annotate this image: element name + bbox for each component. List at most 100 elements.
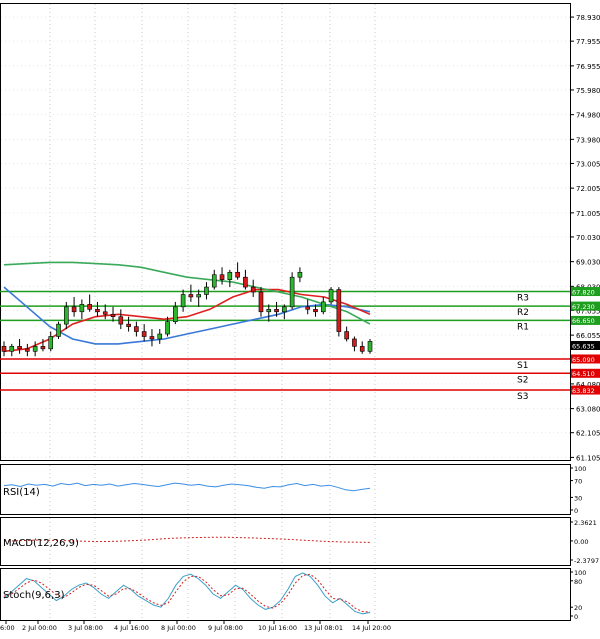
candle-body — [352, 338, 357, 347]
candle-body — [102, 311, 108, 315]
current-price-label: 65.635 — [572, 342, 595, 350]
candle-body — [87, 304, 92, 310]
macd-tick-label: -2.3797 — [574, 557, 599, 565]
macd-tick-label: 0.00 — [574, 538, 588, 546]
y-tick-label: 72.005 — [576, 185, 600, 193]
candle-body — [40, 346, 46, 350]
stoch-tick-label: 80 — [574, 578, 582, 586]
candle-body — [328, 289, 334, 303]
y-tick-label: 73.980 — [576, 136, 600, 144]
level-price-label-r2: 67.230 — [572, 303, 595, 311]
level-name-s1: S1 — [517, 361, 528, 371]
candle-body — [32, 346, 38, 352]
candle-body — [1, 346, 7, 352]
panel-frame-stoch — [0, 568, 571, 621]
x-tick-label: 2 Jul 00:00 — [22, 624, 57, 632]
candle-body — [235, 271, 240, 278]
candle-body — [157, 333, 163, 340]
x-tick-label: 3 Jul 08:00 — [68, 624, 103, 632]
candle-body — [282, 306, 287, 313]
candle-body — [320, 301, 326, 313]
candle-body — [274, 309, 279, 313]
y-tick-label: 62.105 — [576, 430, 600, 438]
y-tick-label: 61.105 — [576, 454, 600, 462]
level-price-label-r1: 66.650 — [572, 317, 595, 325]
rsi-tick-label: 0 — [574, 507, 578, 515]
candle-body — [204, 286, 209, 295]
candle-body — [297, 271, 303, 278]
candle-body — [305, 306, 311, 310]
panel-frame-macd — [0, 517, 571, 566]
candle-body — [219, 274, 225, 280]
candle-body — [336, 289, 342, 332]
candle-body — [211, 274, 217, 288]
candle-body — [95, 309, 100, 313]
candle-body — [165, 321, 170, 335]
stoch-tick-label: 100 — [574, 569, 586, 577]
candle-body — [110, 313, 116, 318]
panel-frame-rsi — [0, 464, 571, 515]
candle-body — [266, 309, 272, 313]
candle-body — [180, 294, 186, 308]
chart-container: 78.930 77.955 76.955 75.980 74.980 73.980 73.0… — [0, 0, 600, 635]
candle-body — [63, 306, 69, 325]
candle-body — [344, 331, 349, 340]
y-tick-label: 69.030 — [576, 259, 600, 267]
stoch-tick-label: 0 — [574, 613, 578, 621]
candle-body — [9, 346, 15, 352]
x-tick-label: 14 Jul 20:00 — [352, 624, 391, 632]
level-price-label-s2: 64.510 — [572, 370, 595, 378]
candle-body — [243, 276, 248, 288]
candle-body — [149, 336, 155, 340]
candle-body — [313, 309, 318, 313]
chart-svg: 78.930 77.955 76.955 75.980 74.980 73.980 73.0… — [0, 3, 600, 632]
candle-body — [79, 304, 85, 313]
stoch-tick-label: 20 — [574, 604, 582, 612]
candle-body — [17, 346, 22, 350]
candle-body — [250, 286, 256, 293]
y-tick-label: 78.930 — [576, 14, 600, 22]
y-tick-label: 77.955 — [576, 38, 600, 46]
level-name-r1: R1 — [517, 322, 529, 332]
panel-frame-main — [0, 3, 571, 461]
rsi-tick-label: 30 — [574, 494, 582, 502]
rsi-tick-label: 70 — [574, 478, 582, 486]
level-name-r2: R2 — [517, 308, 529, 318]
level-name-s3: S3 — [517, 392, 528, 402]
y-tick-label: 73.005 — [576, 160, 600, 168]
y-tick-label: 76.955 — [576, 63, 600, 71]
y-tick-label: 70.030 — [576, 234, 600, 242]
candle-body — [141, 331, 147, 337]
level-price-label-s1: 65.090 — [572, 356, 595, 364]
stoch-label: Stoch(9,6,3) — [3, 590, 65, 601]
candle-body — [25, 348, 30, 352]
level-name-r3: R3 — [517, 294, 529, 304]
candle-body — [71, 306, 77, 313]
candle-body — [48, 336, 54, 350]
x-tick-label: 10 Jul 16:00 — [258, 624, 297, 632]
x-tick-label: 4 Jul 16:00 — [114, 624, 149, 632]
candle-body — [126, 323, 131, 327]
x-tick-label: 8 Jul 00:00 — [161, 624, 196, 632]
candle-body — [56, 323, 61, 337]
level-price-label-r3: 67.820 — [572, 288, 595, 296]
candle-body — [367, 341, 373, 352]
y-tick-label: 75.980 — [576, 87, 600, 95]
candle-body — [196, 294, 201, 298]
rsi-label: RSI(14) — [3, 487, 40, 498]
candle-body — [134, 326, 139, 332]
candle-body — [227, 271, 233, 280]
macd-tick-label: 2.3621 — [574, 519, 597, 527]
x-tick-label: 6:00 — [0, 624, 15, 632]
y-tick-label: 66.055 — [576, 332, 600, 340]
y-tick-label: 63.080 — [576, 406, 600, 414]
candle-body — [359, 346, 365, 352]
x-tick-label: 13 Jul 08:01 — [304, 624, 343, 632]
candle-body — [118, 316, 124, 325]
x-tick-label: 9 Jul 08:00 — [208, 624, 243, 632]
level-price-label-s3: 63.832 — [572, 387, 595, 395]
macd-label: MACD(12,26,9) — [3, 538, 79, 549]
y-tick-label: 74.980 — [576, 112, 600, 120]
level-name-s2: S2 — [517, 375, 528, 385]
y-tick-label: 71.005 — [576, 210, 600, 218]
